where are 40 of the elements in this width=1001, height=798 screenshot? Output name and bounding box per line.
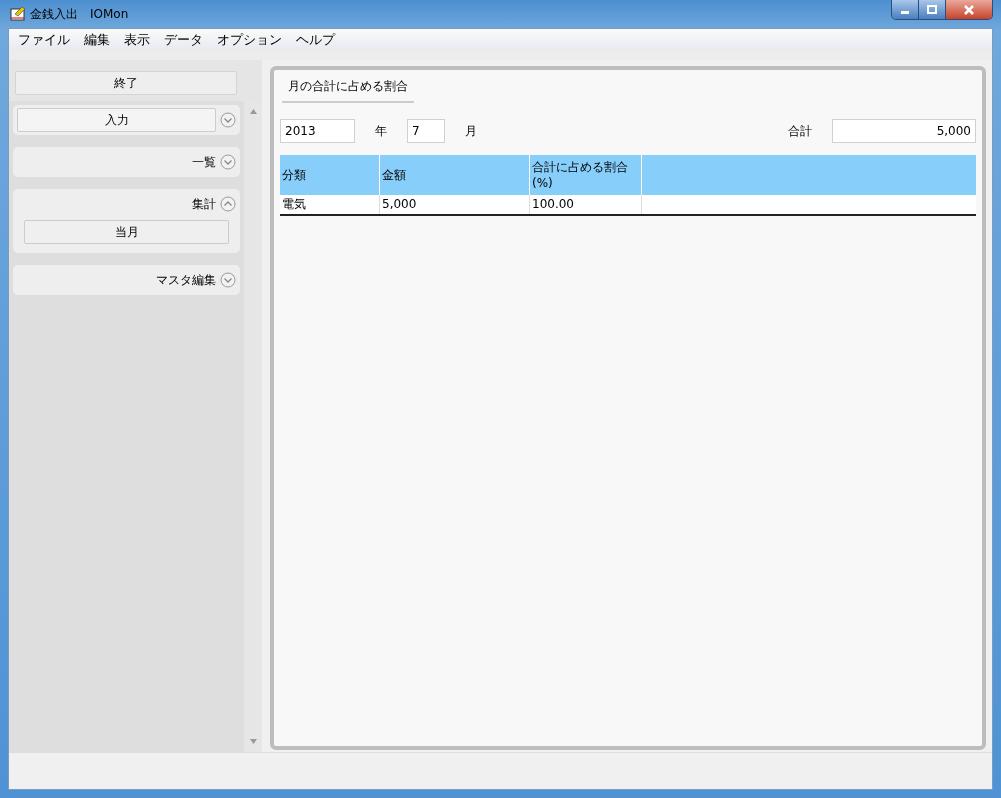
expand-icon[interactable]: [220, 154, 236, 170]
table-cell: 5,000: [380, 195, 530, 214]
scroll-down-icon[interactable]: [249, 739, 257, 744]
expand-icon[interactable]: [220, 112, 236, 128]
section-label[interactable]: 一覧: [192, 153, 216, 171]
tab[interactable]: 月の合計に占める割合: [282, 74, 414, 103]
expand-icon[interactable]: [220, 272, 236, 288]
menu-item[interactable]: ファイル: [11, 30, 77, 49]
menu-item[interactable]: 表示: [117, 30, 157, 49]
maximize-button[interactable]: [919, 0, 946, 19]
collapse-icon[interactable]: [220, 196, 236, 212]
total-label: 合計: [788, 122, 812, 140]
scroll-up-icon[interactable]: [249, 109, 257, 114]
column-header[interactable]: 合計に占める割合(%): [530, 155, 642, 195]
table-cell: 電気: [280, 195, 380, 214]
menu-item[interactable]: データ: [157, 30, 210, 49]
scrollbar[interactable]: [244, 101, 262, 752]
column-header[interactable]: 分類: [280, 155, 380, 195]
menu-item[interactable]: 編集: [77, 30, 117, 49]
close-icon: [963, 4, 975, 15]
minimize-button[interactable]: [892, 0, 919, 19]
maximize-icon: [927, 4, 937, 15]
table-cell: 100.00: [530, 195, 642, 214]
month-label: 月: [465, 122, 477, 140]
year-field[interactable]: 2013: [280, 119, 355, 143]
section-button[interactable]: 入力: [17, 108, 216, 132]
total-field[interactable]: 5,000: [832, 119, 976, 143]
exit-button[interactable]: 終了: [15, 71, 237, 95]
menu-item[interactable]: オプション: [210, 30, 289, 49]
menu-item[interactable]: ヘルプ: [289, 30, 342, 49]
column-header[interactable]: 金額: [380, 155, 530, 195]
section-item-button[interactable]: 当月: [24, 220, 229, 244]
year-label: 年: [375, 122, 387, 140]
notepad-pencil-icon: [10, 6, 26, 22]
section-label[interactable]: マスタ編集: [156, 271, 216, 289]
window-title: 金銭入出 IOMon: [30, 5, 129, 23]
month-field[interactable]: 7: [407, 119, 445, 143]
section-label[interactable]: 集計: [192, 195, 216, 213]
minimize-icon: [901, 11, 909, 14]
close-button[interactable]: [946, 0, 992, 19]
